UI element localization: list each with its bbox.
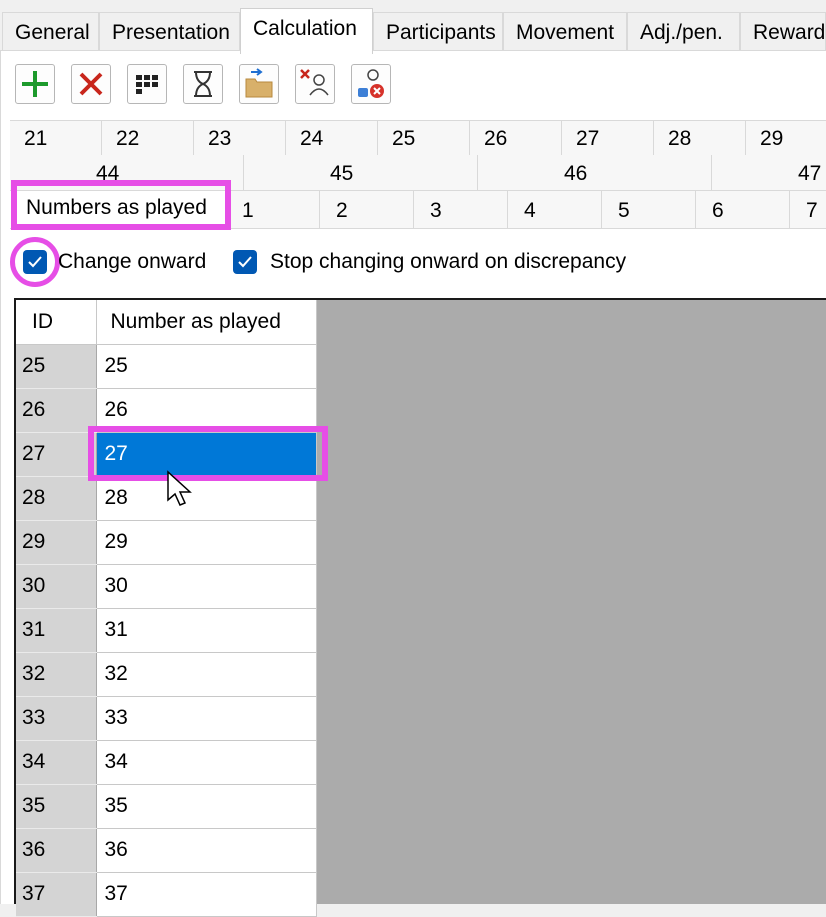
grid-icon: [136, 75, 158, 94]
table-row[interactable]: 35 35: [16, 784, 317, 829]
hourglass-button[interactable]: [183, 64, 223, 104]
row-number[interactable]: 36: [96, 828, 317, 873]
row-id[interactable]: 36: [16, 828, 97, 873]
round-cell[interactable]: 28: [654, 121, 746, 155]
round-strip-top: 21 22 23 24 25 26 27 28 29: [10, 120, 826, 155]
highlight-box: [88, 426, 328, 481]
table-row[interactable]: 32 32: [16, 652, 317, 697]
highlight-circle: [10, 237, 60, 287]
round-cell[interactable]: 4: [508, 191, 602, 228]
row-number[interactable]: 34: [96, 740, 317, 785]
mouse-cursor-icon: [167, 470, 192, 506]
table-row[interactable]: 33 33: [16, 696, 317, 741]
row-id[interactable]: 29: [16, 520, 97, 565]
round-cell[interactable]: 6: [696, 191, 790, 228]
row-number[interactable]: 31: [96, 608, 317, 653]
tab-label: Reward: [753, 21, 826, 44]
round-cell[interactable]: 1: [226, 191, 320, 228]
row-id[interactable]: 30: [16, 564, 97, 609]
column-header-number[interactable]: Number as played: [96, 300, 317, 345]
row-id[interactable]: 35: [16, 784, 97, 829]
row-number[interactable]: 33: [96, 696, 317, 741]
tab-calculation[interactable]: Calculation: [240, 8, 373, 54]
round-cell[interactable]: 24: [286, 121, 378, 155]
row-number[interactable]: 30: [96, 564, 317, 609]
stop-on-discrepancy-label: Stop changing onward on discrepancy: [270, 250, 627, 273]
tab-label: Adj./pen.: [640, 21, 723, 44]
numbers-table: ID Number as played 25 25 26 26 27 27 28 28 …: [16, 300, 317, 917]
remove-pairs-icon: [358, 69, 384, 98]
tab-strip: General Presentation Calculation Partici…: [0, 0, 826, 54]
change-onward-label: Change onward: [58, 250, 207, 273]
tab-label: Movement: [516, 21, 615, 44]
table-header: ID Number as played: [16, 300, 317, 345]
row-id[interactable]: 31: [16, 608, 97, 653]
row-number[interactable]: 32: [96, 652, 317, 697]
x-icon: [79, 72, 103, 96]
row-id[interactable]: 33: [16, 696, 97, 741]
folder-import-icon: [245, 68, 273, 98]
round-cell[interactable]: 46: [478, 155, 712, 190]
plus-icon: [22, 71, 48, 97]
remove-user-icon: [300, 69, 329, 96]
round-cell[interactable]: 22: [102, 121, 194, 155]
row-number[interactable]: 35: [96, 784, 317, 829]
round-cell[interactable]: 26: [470, 121, 562, 155]
row-id[interactable]: 27: [16, 432, 97, 477]
tab-general[interactable]: General: [2, 12, 99, 50]
row-id[interactable]: 37: [16, 872, 97, 917]
table-row[interactable]: 37 37: [16, 872, 317, 917]
tab-label: Presentation: [112, 21, 230, 44]
row-number[interactable]: 25: [96, 344, 317, 389]
round-cell[interactable]: 25: [378, 121, 470, 155]
table-row[interactable]: 31 31: [16, 608, 317, 653]
numbers-grid: ID Number as played 25 25 26 26 27 27 28 28 …: [14, 298, 826, 917]
table-row[interactable]: 34 34: [16, 740, 317, 785]
remove-participant-button[interactable]: [295, 64, 335, 104]
row-id[interactable]: 25: [16, 344, 97, 389]
add-button[interactable]: [15, 64, 55, 104]
tab-label: Calculation: [253, 17, 357, 40]
table-row[interactable]: 29 29: [16, 520, 317, 565]
round-cell[interactable]: 21: [10, 121, 102, 155]
import-button[interactable]: [239, 64, 279, 104]
grid-button[interactable]: [127, 64, 167, 104]
table-row[interactable]: 30 30: [16, 564, 317, 609]
tab-label: Participants: [386, 21, 496, 44]
tab-adj-pen[interactable]: Adj./pen.: [627, 12, 740, 50]
row-number[interactable]: 28: [96, 476, 317, 521]
row-id[interactable]: 28: [16, 476, 97, 521]
tab-participants[interactable]: Participants: [373, 12, 503, 50]
table-row[interactable]: 36 36: [16, 828, 317, 873]
round-cell[interactable]: 29: [746, 121, 826, 155]
stop-on-discrepancy-checkbox[interactable]: [233, 250, 257, 274]
row-number[interactable]: 37: [96, 872, 317, 917]
round-cell[interactable]: 5: [602, 191, 696, 228]
round-cell[interactable]: 27: [562, 121, 654, 155]
round-cell[interactable]: 45: [244, 155, 478, 190]
tab-reward[interactable]: Reward: [740, 12, 826, 50]
round-cell[interactable]: 7: [790, 191, 826, 228]
tab-presentation[interactable]: Presentation: [99, 12, 240, 50]
row-id[interactable]: 34: [16, 740, 97, 785]
tab-label: General: [15, 21, 90, 44]
column-header-id[interactable]: ID: [16, 300, 97, 345]
tab-movement[interactable]: Movement: [503, 12, 627, 50]
round-cell[interactable]: 23: [194, 121, 286, 155]
remove-pairs-button[interactable]: [351, 64, 391, 104]
row-id[interactable]: 32: [16, 652, 97, 697]
row-number[interactable]: 29: [96, 520, 317, 565]
delete-button[interactable]: [71, 64, 111, 104]
round-cell[interactable]: 3: [414, 191, 508, 228]
row-id[interactable]: 26: [16, 388, 97, 433]
table-row[interactable]: 25 25: [16, 344, 317, 389]
hourglass-icon: [194, 71, 212, 97]
round-cell[interactable]: 2: [320, 191, 414, 228]
check-icon: [238, 256, 252, 268]
round-cell[interactable]: 47: [712, 155, 826, 190]
highlight-box: [11, 180, 231, 230]
